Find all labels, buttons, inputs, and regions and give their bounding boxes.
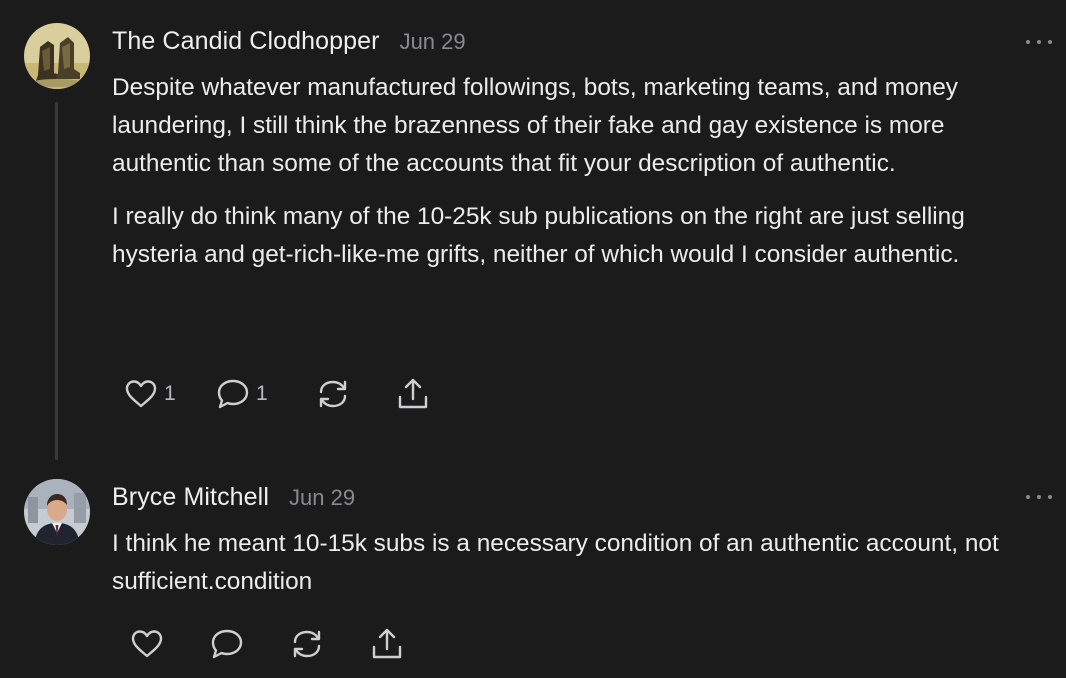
more-icon[interactable] bbox=[1026, 37, 1052, 47]
reply-button[interactable] bbox=[210, 626, 244, 662]
comment: Bryce Mitchell Jun 29 I think he meant 1… bbox=[0, 470, 1066, 678]
reply-count: 1 bbox=[256, 382, 268, 405]
comment-thread: The Candid Clodhopper Jun 29 Despite wha… bbox=[0, 0, 1066, 678]
reply-button[interactable]: 1 bbox=[216, 376, 268, 412]
author-name[interactable]: The Candid Clodhopper bbox=[112, 27, 380, 56]
share-icon bbox=[396, 377, 430, 411]
like-button[interactable]: 1 bbox=[124, 376, 176, 412]
comment: The Candid Clodhopper Jun 29 Despite wha… bbox=[0, 0, 1066, 470]
share-button[interactable] bbox=[370, 626, 404, 662]
restack-icon bbox=[316, 378, 350, 410]
avatar[interactable] bbox=[24, 23, 90, 89]
comment-date[interactable]: Jun 29 bbox=[289, 485, 355, 511]
comment-date[interactable]: Jun 29 bbox=[400, 29, 466, 55]
restack-button[interactable] bbox=[290, 626, 324, 662]
comment-paragraph: Despite whatever manufactured followings… bbox=[112, 74, 958, 177]
comment-paragraph: I think he meant 10-15k subs is a necess… bbox=[112, 530, 999, 595]
avatar[interactable] bbox=[24, 479, 90, 545]
heart-icon bbox=[124, 379, 158, 409]
restack-button[interactable] bbox=[316, 376, 350, 412]
author-name[interactable]: Bryce Mitchell bbox=[112, 483, 269, 512]
restack-icon bbox=[290, 628, 324, 660]
heart-icon bbox=[130, 629, 164, 659]
like-button[interactable] bbox=[130, 626, 164, 662]
like-count: 1 bbox=[164, 382, 176, 405]
comment-header: The Candid Clodhopper Jun 29 bbox=[112, 27, 466, 56]
more-icon[interactable] bbox=[1026, 492, 1052, 502]
comment-body: Despite whatever manufactured followings… bbox=[112, 69, 1032, 274]
comment-paragraph: I really do think many of the 10-25k sub… bbox=[112, 203, 965, 268]
share-button[interactable] bbox=[396, 376, 430, 412]
speech-bubble-icon bbox=[210, 628, 244, 660]
comment-body: I think he meant 10-15k subs is a necess… bbox=[112, 525, 1032, 601]
share-icon bbox=[370, 627, 404, 661]
comment-header: Bryce Mitchell Jun 29 bbox=[112, 483, 355, 512]
thread-line bbox=[55, 102, 58, 460]
speech-bubble-icon bbox=[216, 378, 250, 410]
